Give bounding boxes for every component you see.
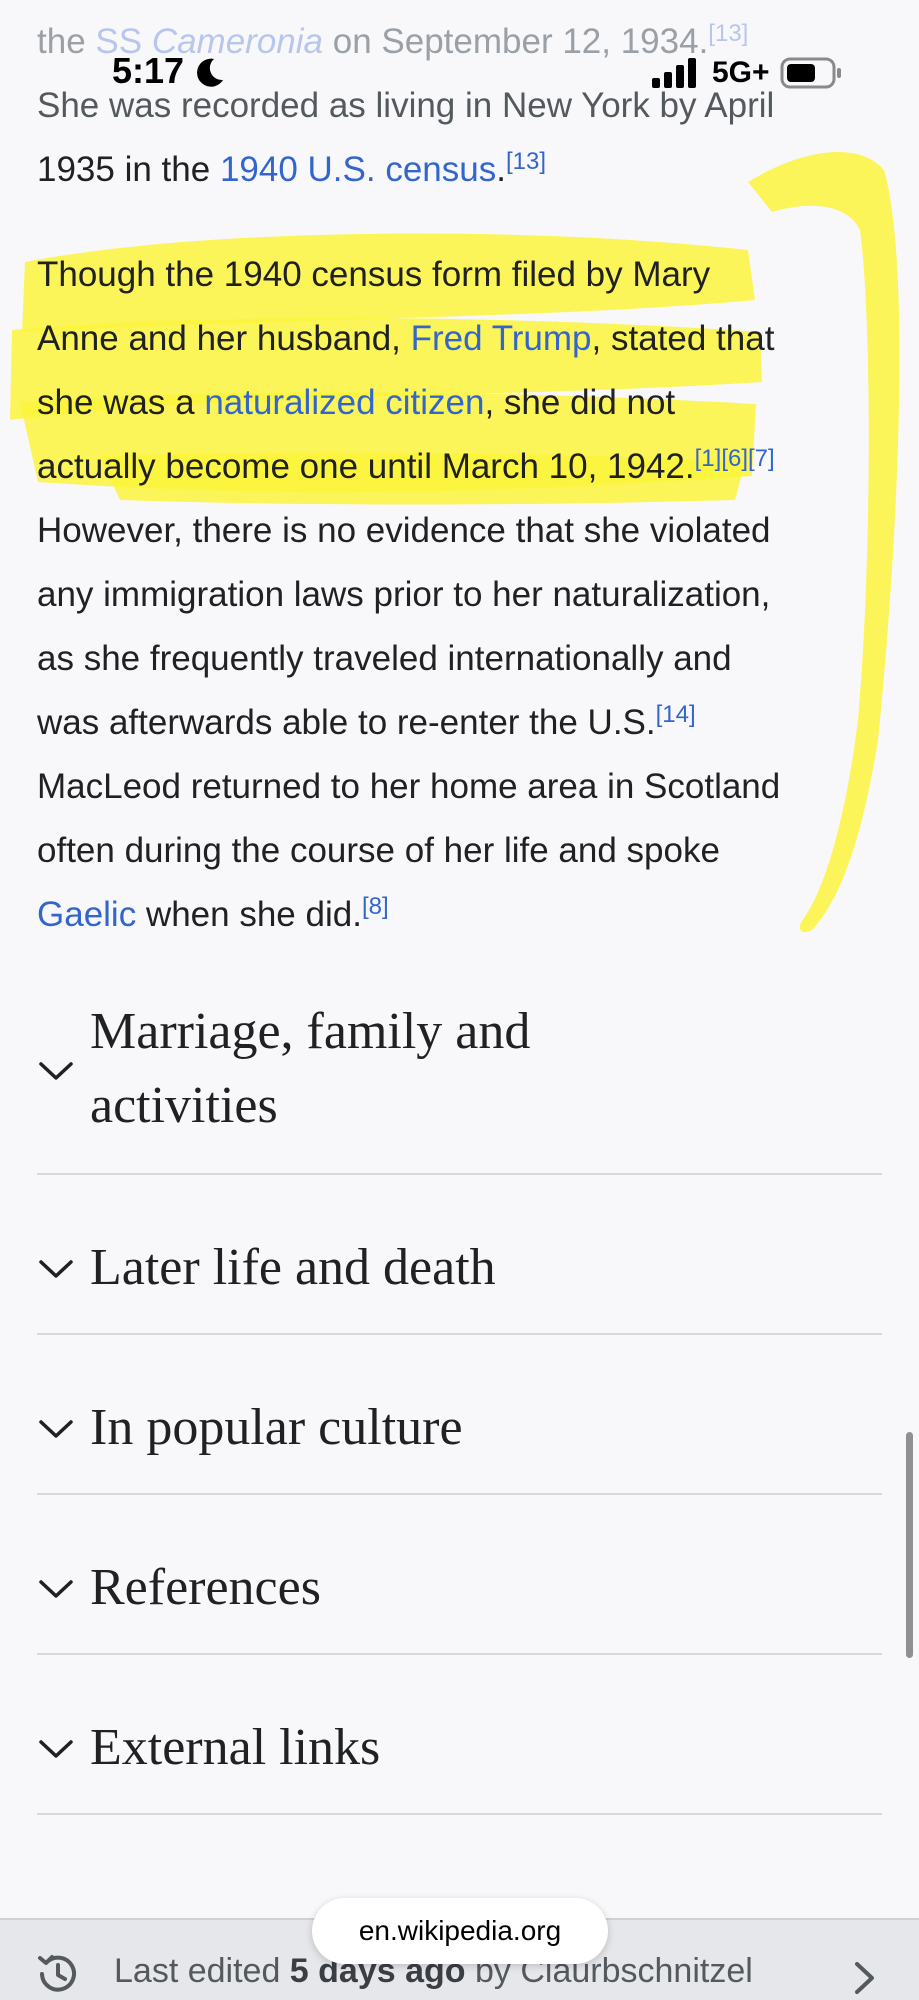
para2-line-2: Anne and her husband, Fred Trump, stated…: [37, 307, 887, 371]
moon-icon: [197, 58, 223, 87]
section-marriage-family-activities[interactable]: Marriage, family and activities: [37, 985, 882, 1175]
history-icon: [38, 1955, 76, 1992]
text-fragment: 1935 in the: [37, 150, 220, 189]
reference-link[interactable]: [14]: [656, 701, 696, 728]
section-title: Marriage, family and activities: [90, 995, 530, 1143]
url-address-pill[interactable]: en.wikipedia.org: [312, 1898, 608, 1964]
para2-line-9: MacLeod returned to her home area in Sco…: [37, 767, 781, 806]
para2-line-8: was afterwards able to re-enter the U.S.…: [37, 691, 887, 755]
section-external-links[interactable]: External links: [37, 1653, 882, 1815]
text-fragment: Anne and her husband,: [37, 319, 411, 358]
para2-line-4: actually become one until March 10, 1942…: [37, 435, 887, 499]
text-fragment: she was a: [37, 383, 205, 422]
text-fragment: , stated that: [591, 319, 775, 358]
reference-link[interactable]: [13]: [506, 148, 546, 175]
wikipedia-mobile-page: the SS Cameronia on September 12, 1934.[…: [0, 0, 919, 2000]
chevron-down-icon: [39, 1740, 73, 1758]
scroll-indicator[interactable]: [906, 1432, 913, 1658]
chevron-down-icon: [39, 1420, 73, 1438]
para2-line-10: often during the course of her life and …: [37, 831, 720, 870]
para2-line-6: any immigration laws prior to her natura…: [37, 575, 771, 614]
chevron-down-icon: [39, 1580, 73, 1598]
signal-icon: [652, 58, 696, 88]
article-paragraph-2: Though the 1940 census form filed by Mar…: [37, 243, 887, 947]
fred-trump-link[interactable]: Fred Trump: [411, 319, 592, 358]
chevron-down-icon: [39, 1062, 73, 1080]
section-title: External links: [90, 1719, 381, 1776]
para2-line-5: However, there is no evidence that she v…: [37, 511, 771, 550]
reference-link[interactable]: [1]: [695, 445, 722, 472]
text-fragment: the: [37, 22, 96, 61]
para2-line-3: she was a naturalized citizen, she did n…: [37, 371, 887, 435]
article-paragraph-1: the SS Cameronia on September 12, 1934.[…: [37, 10, 887, 202]
reference-link[interactable]: [8]: [362, 893, 389, 920]
section-in-popular-culture[interactable]: In popular culture: [37, 1333, 882, 1495]
status-time: 5:17: [112, 50, 185, 91]
network-type-label: 5G+: [712, 56, 770, 89]
para2-line-11: Gaelic when she did.[8]: [37, 883, 887, 947]
section-title: Later life and death: [90, 1239, 496, 1296]
text-fragment: .: [496, 150, 506, 189]
reference-link[interactable]: [6]: [721, 445, 748, 472]
naturalized-citizen-link[interactable]: naturalized citizen: [204, 383, 484, 422]
section-title: In popular culture: [90, 1399, 463, 1456]
chevron-down-icon: [39, 1260, 73, 1278]
text-fragment: Last edited: [114, 1952, 290, 1990]
para2-line-7: as she frequently traveled international…: [37, 639, 732, 678]
section-references[interactable]: References: [37, 1493, 882, 1655]
chevron-right-icon[interactable]: [852, 1960, 878, 1996]
1940-census-link[interactable]: 1940 U.S. census: [220, 150, 496, 189]
text-fragment: when she did.: [136, 895, 362, 934]
para1-line-3: 1935 in the 1940 U.S. census.[13]: [37, 138, 887, 202]
text-fragment: actually become one until March 10, 1942…: [37, 447, 695, 486]
gaelic-link[interactable]: Gaelic: [37, 895, 136, 934]
section-title-line: Marriage, family and: [90, 1003, 531, 1060]
text-fragment: on September 12, 1934.: [323, 22, 709, 61]
battery-icon: [780, 57, 841, 89]
text-fragment: was afterwards able to re-enter the U.S.: [37, 703, 656, 742]
text-fragment: , she did not: [484, 383, 676, 422]
reference-link[interactable]: [13]: [708, 20, 748, 47]
section-title: References: [90, 1559, 321, 1616]
section-title-line: activities: [90, 1077, 278, 1134]
section-later-life-death[interactable]: Later life and death: [37, 1173, 882, 1335]
para2-line-1: Though the 1940 census form filed by Mar…: [37, 255, 711, 294]
reference-link[interactable]: [7]: [748, 445, 775, 472]
